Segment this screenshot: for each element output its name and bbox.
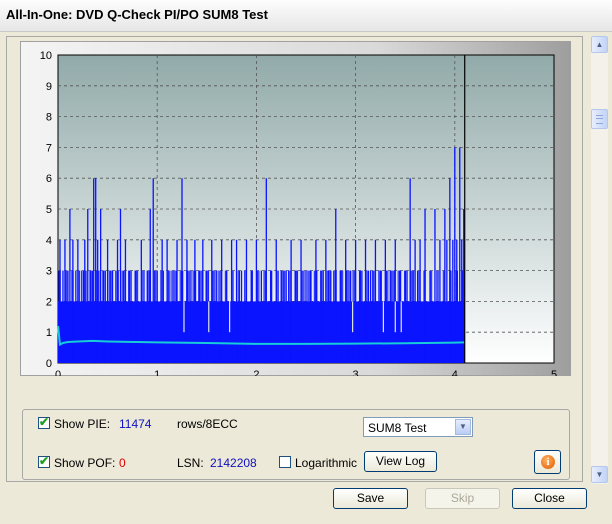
pie-count-value: 11474 [119, 417, 152, 431]
x-tick-label: 5 [551, 369, 557, 376]
x-tick-label: 1 [154, 369, 160, 376]
show-pof-checkbox[interactable]: ✔ [38, 454, 50, 468]
vertical-scrollbar[interactable]: ▲ ▼ [591, 36, 608, 484]
check-mark-icon: ✔ [39, 415, 50, 429]
pie-unit-label: rows/8ECC [177, 417, 238, 431]
lsn-label: LSN: [177, 456, 204, 470]
y-tick-label: 4 [46, 235, 52, 247]
logarithmic-label: Logarithmic [295, 456, 358, 470]
window-title: All-In-One: DVD Q-Check PI/PO SUM8 Test [6, 7, 268, 22]
pof-count-value: 0 [119, 456, 126, 470]
y-tick-labels: 0 1 2 3 4 5 6 7 8 9 10 [40, 50, 52, 370]
x-tick-label: 2 [253, 369, 259, 376]
y-tick-label: 8 [46, 112, 52, 124]
check-mark-icon: ✔ [39, 454, 50, 468]
y-tick-label: 2 [46, 296, 52, 308]
y-tick-label: 0 [46, 358, 52, 370]
view-log-button[interactable]: View Log [364, 451, 437, 472]
y-tick-label: 7 [46, 142, 52, 154]
show-pie-checkbox[interactable]: ✔ [38, 415, 50, 429]
y-tick-label: 6 [46, 173, 52, 185]
logarithmic-checkbox[interactable] [279, 456, 291, 468]
show-pie-label: Show PIE: [54, 417, 111, 431]
x-tick-label: 4 [452, 369, 458, 376]
scrollbar-thumb[interactable] [591, 109, 608, 129]
lsn-value: 2142208 [210, 456, 257, 470]
y-tick-label: 1 [46, 327, 52, 339]
y-tick-label: 5 [46, 204, 52, 216]
y-tick-label: 10 [40, 50, 52, 62]
x-tick-label: 0 [55, 369, 61, 376]
x-tick-label: 3 [353, 369, 359, 376]
info-button[interactable]: i [534, 450, 561, 474]
arrow-up-icon[interactable]: ▲ [591, 36, 608, 53]
test-type-value: SUM8 Test [368, 421, 427, 435]
info-icon: i [541, 455, 555, 469]
chevron-down-icon[interactable]: ▼ [455, 419, 471, 435]
y-tick-label: 3 [46, 266, 52, 278]
show-pof-label: Show POF: [54, 456, 116, 470]
y-tick-label: 9 [46, 81, 52, 93]
title-bar: All-In-One: DVD Q-Check PI/PO SUM8 Test [0, 0, 612, 32]
x-tick-labels: 0 1 2 3 4 5 [55, 369, 557, 376]
close-button[interactable]: Close [512, 488, 587, 509]
arrow-down-icon[interactable]: ▼ [591, 466, 608, 483]
save-button[interactable]: Save [333, 488, 408, 509]
test-type-select[interactable]: SUM8 Test ▼ [363, 417, 473, 437]
pi-po-chart: 0 1 2 3 4 5 0 1 2 3 4 5 6 7 8 9 10 [40, 50, 557, 376]
skip-button: Skip [425, 488, 500, 509]
